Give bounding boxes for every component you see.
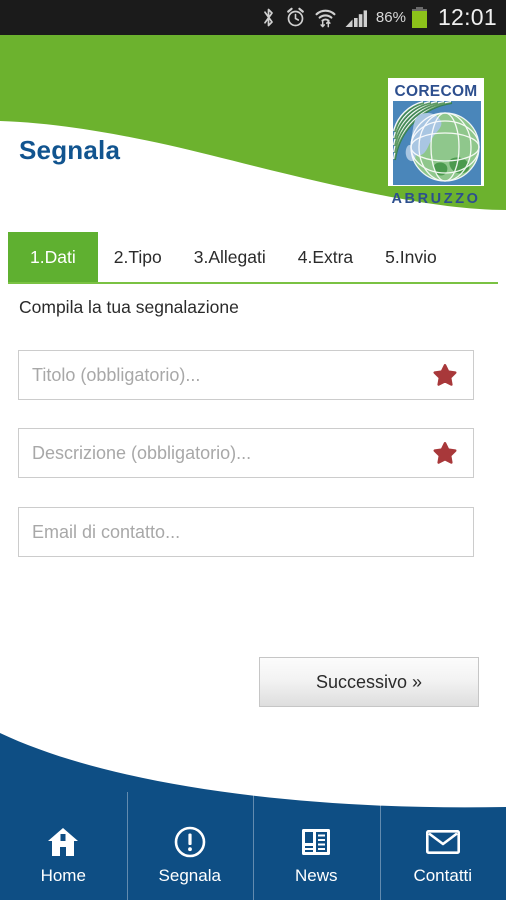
email-input-placeholder[interactable]: Email di contatto... — [19, 522, 473, 543]
tab-invio[interactable]: 5.Invio — [369, 232, 453, 282]
exclamation-circle-icon — [174, 825, 206, 859]
tab-tipo[interactable]: 2.Tipo — [98, 232, 178, 282]
battery-percent-label: 86% — [375, 9, 406, 26]
tab-allegati[interactable]: 3.Allegati — [178, 232, 282, 282]
form-heading: Compila la tua segnalazione — [19, 297, 239, 317]
tab-dati[interactable]: 1.Dati — [8, 232, 98, 282]
step-tabs: 1.Dati 2.Tipo 3.Allegati 4.Extra 5.Invio — [0, 232, 506, 282]
nav-item-contatti-label: Contatti — [413, 865, 473, 885]
descrizione-field[interactable]: Descrizione (obbligatorio)... — [18, 428, 474, 478]
corecom-logo: CORECOM ABRUZZO — [388, 78, 484, 207]
tab-dati-label: 1.Dati — [30, 246, 76, 267]
clock-label: 12:01 — [437, 4, 497, 30]
tab-extra[interactable]: 4.Extra — [282, 232, 369, 282]
titolo-field[interactable]: Titolo (obbligatorio)... — [18, 350, 474, 400]
envelope-icon — [425, 825, 460, 859]
tab-extra-label: 4.Extra — [297, 246, 354, 267]
globe-graphic — [393, 101, 481, 185]
next-button-label: Successivo » — [315, 671, 423, 692]
tab-tipo-label: 2.Tipo — [113, 246, 162, 267]
nav-item-news[interactable]: News — [253, 792, 380, 900]
newspaper-icon — [300, 825, 332, 859]
alarm-icon — [285, 7, 306, 28]
titolo-input-placeholder[interactable]: Titolo (obbligatorio)... — [19, 365, 433, 386]
bluetooth-icon — [261, 7, 276, 28]
required-star-icon — [433, 441, 473, 465]
nav-item-segnala-label: Segnala — [158, 865, 221, 885]
tab-invio-label: 5.Invio — [385, 246, 437, 267]
email-field[interactable]: Email di contatto... — [18, 507, 474, 557]
logo-box: CORECOM — [388, 78, 484, 186]
nav-item-home[interactable]: Home — [0, 810, 127, 900]
nav-item-news-label: News — [294, 865, 338, 885]
nav-item-home-label: Home — [40, 865, 86, 885]
home-icon — [47, 825, 79, 859]
bottom-nav-items: Home Segnala News Contatti — [0, 792, 506, 900]
status-bar: 86% 12:01 — [0, 0, 506, 35]
app-header: Segnala CORECOM ABRUZZO — [0, 35, 506, 210]
tab-underline — [8, 282, 498, 284]
battery-icon — [411, 7, 427, 28]
logo-wordmark: CORECOM — [394, 83, 478, 100]
bottom-navigation: Home Segnala News Contatti — [0, 725, 506, 900]
page-title: Segnala — [19, 135, 121, 165]
app-screen: 86% 12:01 Segnala CORECOM ABRUZZO 1.Dati… — [0, 0, 506, 900]
signal-icon — [345, 7, 367, 28]
logo-subtitle: ABRUZZO — [391, 191, 481, 207]
nav-item-segnala[interactable]: Segnala — [126, 792, 254, 900]
next-button[interactable]: Successivo » — [259, 657, 479, 707]
tab-allegati-label: 3.Allegati — [193, 246, 266, 267]
wifi-icon — [315, 7, 336, 28]
descrizione-input-placeholder[interactable]: Descrizione (obbligatorio)... — [19, 443, 433, 464]
nav-item-contatti[interactable]: Contatti — [379, 792, 506, 900]
required-star-icon — [433, 363, 473, 387]
